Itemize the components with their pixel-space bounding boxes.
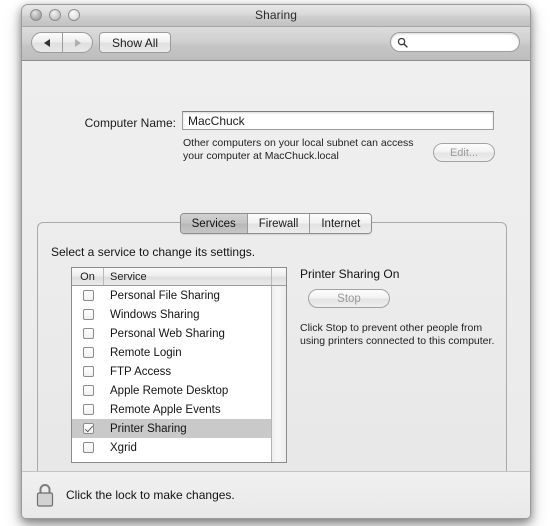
service-name-cell: Windows Sharing xyxy=(110,308,200,321)
chevron-right-icon xyxy=(74,38,81,47)
table-row[interactable]: Printer Sharing xyxy=(72,419,271,438)
service-enabled-cell xyxy=(72,404,104,415)
service-name-cell: Personal Web Sharing xyxy=(110,327,225,340)
edit-button[interactable]: Edit... xyxy=(433,143,495,162)
services-table-body-wrap: Personal File Sharing Windows Sharing Pers… xyxy=(72,286,286,462)
computer-name-label: Computer Name: xyxy=(84,116,176,130)
stop-sharing-button[interactable]: Stop xyxy=(308,289,390,308)
services-hint: Select a service to change its settings. xyxy=(51,245,256,259)
window-title: Sharing xyxy=(254,8,298,22)
service-enabled-cell xyxy=(72,309,104,320)
service-detail-panel: Printer Sharing On Stop Click Stop to pr… xyxy=(300,267,496,348)
computer-name-field[interactable] xyxy=(182,111,494,130)
service-name-cell: Remote Apple Events xyxy=(110,403,221,416)
lock-message: Click the lock to make changes. xyxy=(66,488,235,502)
table-row[interactable]: Remote Login xyxy=(72,343,271,362)
table-row[interactable]: Xgrid xyxy=(72,438,271,457)
search-field[interactable] xyxy=(390,32,520,52)
service-name-cell: Printer Sharing xyxy=(110,422,187,435)
service-checkbox[interactable] xyxy=(82,366,94,377)
table-row[interactable]: FTP Access xyxy=(72,362,271,381)
lock-closed-icon[interactable] xyxy=(34,482,56,508)
table-row[interactable]: Windows Sharing xyxy=(72,305,271,324)
services-table-body: Personal File Sharing Windows Sharing Pers… xyxy=(72,286,271,462)
table-row[interactable]: Apple Remote Desktop xyxy=(72,381,271,400)
search-icon xyxy=(397,37,408,48)
column-header-on[interactable]: On xyxy=(72,268,104,285)
service-enabled-cell xyxy=(72,328,104,339)
forward-button[interactable] xyxy=(62,32,93,53)
service-detail-note: Click Stop to prevent other people from … xyxy=(300,322,495,347)
sharing-preferences-window: Sharing Show All Computer Name: MacChuck… xyxy=(21,4,531,519)
service-enabled-cell xyxy=(72,290,104,301)
show-all-button[interactable]: Show All xyxy=(99,32,172,53)
table-row[interactable]: Personal Web Sharing xyxy=(72,324,271,343)
service-name-cell: Personal File Sharing xyxy=(110,289,220,302)
search-input[interactable] xyxy=(412,36,512,48)
service-detail-title: Printer Sharing On xyxy=(300,267,400,281)
service-name-cell: Apple Remote Desktop xyxy=(110,384,229,397)
table-row[interactable]: Remote Apple Events xyxy=(72,400,271,419)
service-checkbox[interactable] xyxy=(82,347,94,358)
column-header-service[interactable]: Service xyxy=(104,268,272,285)
chevron-left-icon xyxy=(44,38,50,47)
preferences-toolbar: Show All xyxy=(22,27,530,61)
service-checkbox[interactable] xyxy=(82,404,94,415)
computer-name-note: Other computers on your local subnet can… xyxy=(183,137,414,162)
tab-firewall[interactable]: Firewall xyxy=(247,214,311,233)
window-titlebar: Sharing xyxy=(22,5,530,27)
screenshot-root: Sharing Show All Computer Name: MacChuck… xyxy=(0,0,550,526)
service-enabled-cell xyxy=(72,423,104,434)
services-table-scrollbar[interactable] xyxy=(271,286,286,462)
service-name-cell: Remote Login xyxy=(110,346,182,359)
service-checkbox[interactable] xyxy=(82,328,94,339)
services-table-header: On Service xyxy=(72,268,286,286)
preferences-body: Computer Name: Other computers on your l… xyxy=(22,61,530,518)
services-table: On Service Personal File Sharing Windows … xyxy=(71,267,287,463)
tab-bar: Services Firewall Internet xyxy=(22,213,530,234)
navigation-buttons xyxy=(31,32,93,53)
lock-bar: Click the lock to make changes. xyxy=(22,471,530,518)
computer-name-input[interactable] xyxy=(188,113,483,128)
back-button[interactable] xyxy=(31,32,62,53)
tab-services[interactable]: Services xyxy=(180,214,248,233)
service-enabled-cell xyxy=(72,366,104,377)
services-tab-panel: Select a service to change its settings.… xyxy=(37,222,507,502)
service-checkbox[interactable] xyxy=(82,309,94,320)
service-checkbox[interactable] xyxy=(82,423,94,434)
table-row[interactable]: Personal File Sharing xyxy=(72,286,271,305)
service-checkbox[interactable] xyxy=(82,385,94,396)
service-name-cell: Xgrid xyxy=(110,441,137,454)
service-enabled-cell xyxy=(72,385,104,396)
tab-internet[interactable]: Internet xyxy=(310,214,372,233)
column-header-spacer xyxy=(272,268,286,285)
service-enabled-cell xyxy=(72,347,104,358)
service-enabled-cell xyxy=(72,442,104,453)
service-name-cell: FTP Access xyxy=(110,365,172,378)
service-checkbox[interactable] xyxy=(82,290,94,301)
service-checkbox[interactable] xyxy=(82,442,94,453)
